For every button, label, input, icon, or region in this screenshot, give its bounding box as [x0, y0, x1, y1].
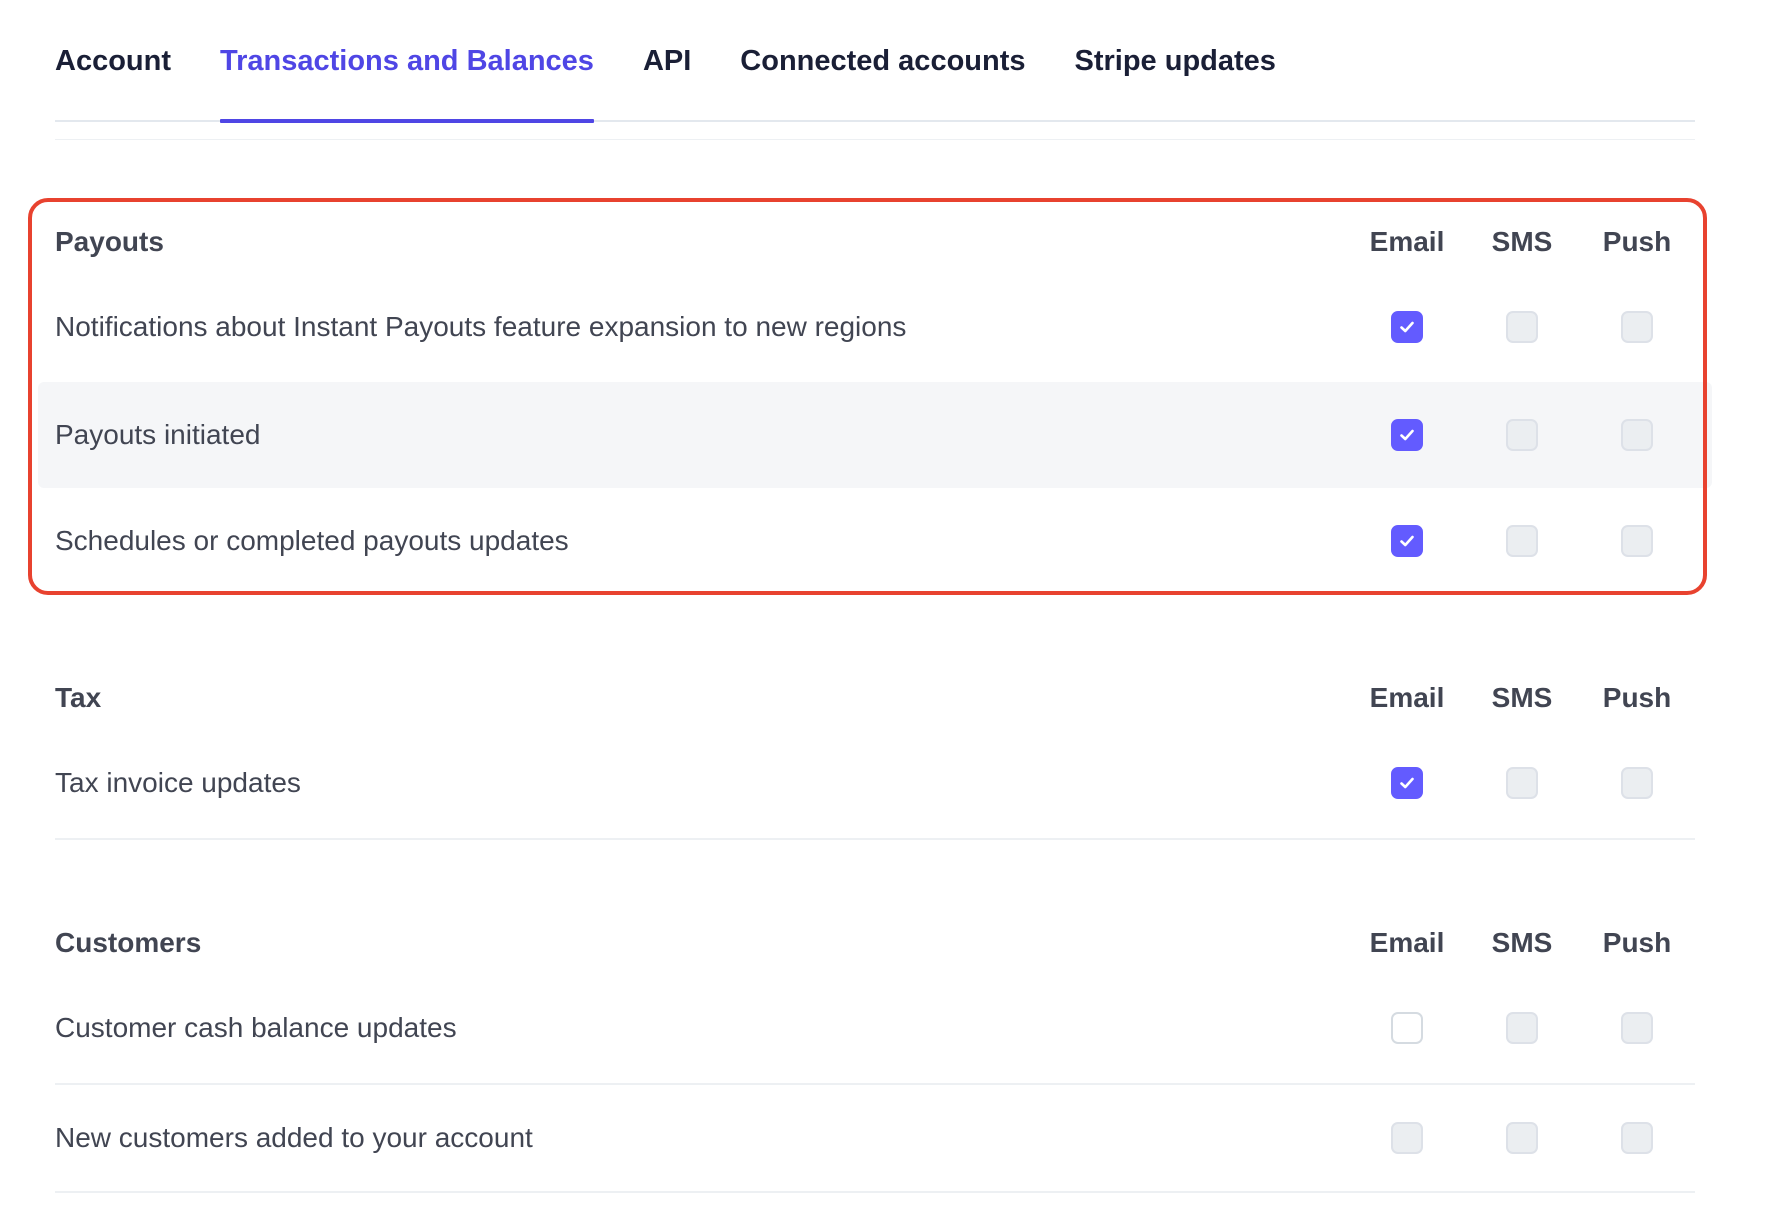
push-column-header: Push [1602, 682, 1672, 713]
row-label: New customers added to your account [55, 1122, 533, 1153]
tab-account[interactable]: Account [55, 0, 171, 120]
checkmark-icon [1400, 429, 1414, 441]
section-title: Payouts [55, 226, 164, 257]
email-checkbox[interactable] [1391, 525, 1423, 557]
sms-checkbox[interactable] [1506, 525, 1538, 557]
email-checkbox[interactable] [1391, 1012, 1423, 1044]
customers-section: Customers Email SMS Push Customer cash b… [55, 913, 1695, 1193]
push-checkbox[interactable] [1621, 525, 1653, 557]
notification-row: Customer cash balance updates [55, 973, 1695, 1085]
push-column-header: Push [1602, 927, 1672, 958]
checkmark-icon [1400, 321, 1414, 333]
tab-api[interactable]: API [643, 0, 691, 120]
sms-checkbox[interactable] [1506, 767, 1538, 799]
sms-column-header: SMS [1491, 226, 1553, 257]
checkmark-icon [1400, 535, 1414, 547]
notification-row: New customers added to your account [55, 1085, 1695, 1193]
sms-checkbox[interactable] [1506, 1122, 1538, 1154]
notification-row: Payouts initiated [38, 382, 1712, 488]
sms-column-header: SMS [1491, 927, 1553, 958]
tab-transactions-and-balances[interactable]: Transactions and Balances [220, 0, 594, 123]
divider [55, 139, 1695, 140]
payouts-section: Payouts Email SMS Push Notifications abo… [38, 212, 1712, 594]
email-column-header: Email [1369, 927, 1445, 958]
tax-header: Tax Email SMS Push [55, 668, 1695, 728]
push-checkbox[interactable] [1621, 419, 1653, 451]
checkmark-icon [1400, 777, 1414, 789]
notification-row: Notifications about Instant Payouts feat… [55, 272, 1695, 382]
email-checkbox[interactable] [1391, 419, 1423, 451]
notification-settings-page: Account Transactions and Balances API Co… [0, 0, 1780, 1228]
email-checkbox[interactable] [1391, 311, 1423, 343]
sms-column-header: SMS [1491, 682, 1553, 713]
push-checkbox[interactable] [1621, 1122, 1653, 1154]
sms-checkbox[interactable] [1506, 419, 1538, 451]
tax-section: Tax Email SMS Push Tax invoice updates [55, 668, 1695, 840]
notification-row: Tax invoice updates [55, 728, 1695, 840]
tab-connected-accounts[interactable]: Connected accounts [740, 0, 1025, 120]
row-label: Payouts initiated [55, 419, 261, 450]
email-checkbox[interactable] [1391, 1122, 1423, 1154]
sms-checkbox[interactable] [1506, 311, 1538, 343]
tab-stripe-updates[interactable]: Stripe updates [1075, 0, 1276, 120]
notification-row: Schedules or completed payouts updates [55, 488, 1695, 594]
email-checkbox[interactable] [1391, 767, 1423, 799]
email-column-header: Email [1369, 226, 1445, 257]
sms-checkbox[interactable] [1506, 1012, 1538, 1044]
push-checkbox[interactable] [1621, 311, 1653, 343]
row-label: Notifications about Instant Payouts feat… [55, 311, 907, 342]
email-column-header: Email [1369, 682, 1445, 713]
section-title: Tax [55, 682, 102, 713]
row-label: Schedules or completed payouts updates [55, 525, 569, 556]
settings-tabs: Account Transactions and Balances API Co… [55, 0, 1695, 123]
push-checkbox[interactable] [1621, 767, 1653, 799]
row-label: Customer cash balance updates [55, 1012, 457, 1043]
push-checkbox[interactable] [1621, 1012, 1653, 1044]
row-label: Tax invoice updates [55, 767, 301, 798]
customers-header: Customers Email SMS Push [55, 913, 1695, 973]
push-column-header: Push [1602, 226, 1672, 257]
section-title: Customers [55, 927, 202, 958]
payouts-header: Payouts Email SMS Push [55, 212, 1695, 272]
